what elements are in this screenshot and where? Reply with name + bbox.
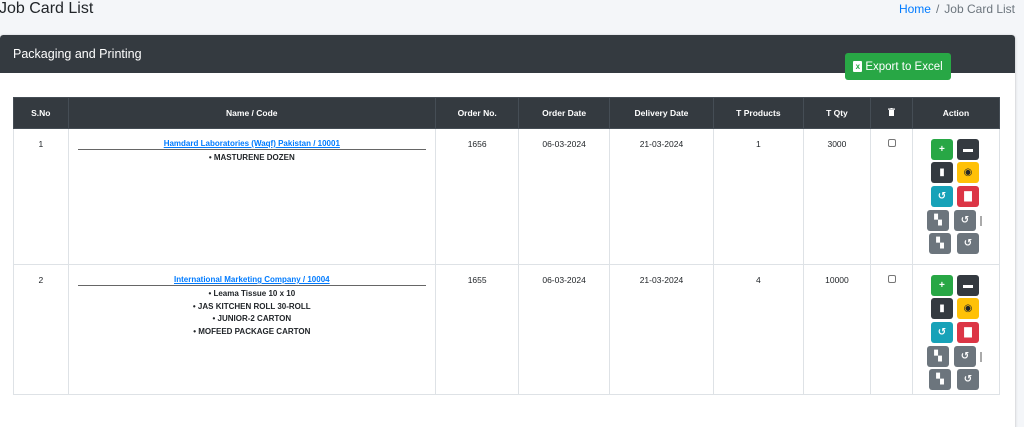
- door-button[interactable]: ▚: [926, 346, 949, 367]
- col-header-t-qty: T Qty: [802, 97, 872, 129]
- door-button[interactable]: ▚: [928, 369, 951, 390]
- divider: [979, 216, 982, 226]
- history-button-secondary[interactable]: ↺: [956, 369, 979, 390]
- excel-icon: x: [853, 61, 863, 72]
- print-icon: ▬: [962, 280, 973, 291]
- history-button-secondary[interactable]: ↺: [953, 346, 976, 367]
- history-button-secondary[interactable]: ↺: [956, 233, 979, 254]
- door-button[interactable]: ▚: [928, 233, 951, 254]
- breadcrumb-current: Job Card List: [944, 2, 1015, 16]
- door-button[interactable]: ▚: [926, 210, 949, 231]
- cell-delivery-date: 21-03-2024: [608, 264, 715, 395]
- plus-icon: +: [939, 144, 945, 155]
- history-button[interactable]: ↺: [930, 186, 953, 207]
- cell-order-date: 06-03-2024: [518, 128, 610, 265]
- cell-t-qty: 3000: [802, 128, 872, 265]
- eye-icon: ◉: [963, 167, 973, 178]
- cell-delivery-date: 21-03-2024: [608, 128, 715, 265]
- file-icon: ▮: [939, 303, 945, 314]
- export-excel-label: Export to Excel: [865, 60, 943, 73]
- eye-icon: ◉: [963, 303, 973, 314]
- col-header-delivery-date: Delivery Date: [608, 97, 715, 129]
- history-icon: ↺: [963, 374, 973, 385]
- row-select-checkbox[interactable]: [887, 139, 896, 147]
- product-item: • JAS KITCHEN ROLL 30-ROLL: [192, 301, 311, 311]
- door-icon: ▚: [936, 374, 944, 385]
- add-button[interactable]: +: [930, 275, 953, 296]
- cell-t-products: 1: [713, 128, 804, 265]
- history-icon: ↺: [937, 191, 947, 202]
- cell-name-code: International Marketing Company / 10004 …: [67, 264, 436, 395]
- export-excel-button[interactable]: x Export to Excel: [845, 53, 951, 80]
- breadcrumb: Home / Job Card List: [898, 2, 1015, 16]
- history-icon: ↺: [960, 351, 970, 362]
- cell-actions: + ▬ ▮ ◉ ↺ ▇ ▚ ↺ ▚ ↺: [911, 128, 1001, 265]
- page-title: Job Card List: [0, 0, 94, 17]
- history-icon: ↺: [937, 327, 947, 338]
- table-row: 1 Hamdard Laboratories (Waqf) Pakistan /…: [13, 128, 1001, 265]
- print-button[interactable]: ▬: [956, 275, 979, 296]
- history-button[interactable]: ↺: [930, 322, 953, 343]
- product-item: • MASTURENE DOZEN: [208, 153, 295, 162]
- product-item: • MOFEED PACKAGE CARTON: [193, 326, 311, 336]
- product-item: • Leama Tissue 10 x 10: [208, 289, 296, 298]
- col-header-order-date: Order Date: [518, 97, 610, 129]
- trash-icon: ▇: [964, 327, 972, 338]
- document-button[interactable]: ▮: [930, 162, 953, 183]
- history-icon: ↺: [960, 215, 970, 226]
- cell-actions: + ▬ ▮ ◉ ↺ ▇ ▚ ↺ ▚ ↺: [911, 264, 1001, 395]
- cell-name-code: Hamdard Laboratories (Waqf) Pakistan / 1…: [67, 128, 436, 265]
- plus-icon: +: [939, 280, 945, 291]
- cell-order-no: 1655: [434, 264, 520, 395]
- trash-icon: ▇: [964, 191, 972, 202]
- history-button-secondary[interactable]: ↺: [953, 210, 976, 231]
- delete-button[interactable]: ▇: [956, 322, 979, 343]
- cell-select: [870, 264, 913, 395]
- door-icon: ▚: [934, 215, 942, 226]
- trash-icon: [888, 108, 896, 116]
- delete-button[interactable]: ▇: [956, 186, 979, 207]
- col-header-sno: S.No: [13, 97, 69, 129]
- document-button[interactable]: ▮: [930, 298, 953, 319]
- door-icon: ▚: [936, 238, 944, 249]
- col-header-delete[interactable]: [870, 97, 913, 129]
- cell-order-no: 1656: [434, 128, 520, 265]
- client-link[interactable]: International Marketing Company / 10004: [77, 275, 426, 286]
- door-icon: ▚: [934, 351, 942, 362]
- row-select-checkbox[interactable]: [887, 275, 896, 283]
- col-header-action: Action: [911, 97, 1001, 129]
- print-icon: ▬: [962, 144, 973, 155]
- job-card-table: S.No Name / Code Order No. Order Date De…: [13, 97, 1001, 395]
- cell-select: [870, 128, 913, 265]
- cell-sno: 1: [13, 128, 69, 265]
- divider: [979, 352, 982, 362]
- print-button[interactable]: ▬: [956, 139, 979, 160]
- cell-sno: 2: [13, 264, 69, 395]
- view-button[interactable]: ◉: [956, 298, 979, 319]
- product-item: • JUNIOR-2 CARTON: [212, 314, 292, 323]
- add-button[interactable]: +: [930, 139, 953, 160]
- cell-t-qty: 10000: [802, 264, 872, 395]
- history-icon: ↺: [963, 238, 973, 249]
- view-button[interactable]: ◉: [956, 162, 979, 183]
- client-link[interactable]: Hamdard Laboratories (Waqf) Pakistan / 1…: [77, 139, 426, 150]
- col-header-t-products: T Products: [713, 97, 804, 129]
- table-row: 2 International Marketing Company / 1000…: [13, 264, 1001, 395]
- cell-t-products: 4: [713, 264, 804, 395]
- cell-order-date: 06-03-2024: [518, 264, 610, 395]
- file-icon: ▮: [939, 167, 945, 178]
- col-header-name-code: Name / Code: [67, 97, 436, 129]
- col-header-order-no: Order No.: [434, 97, 520, 129]
- breadcrumb-home-link[interactable]: Home: [899, 2, 931, 16]
